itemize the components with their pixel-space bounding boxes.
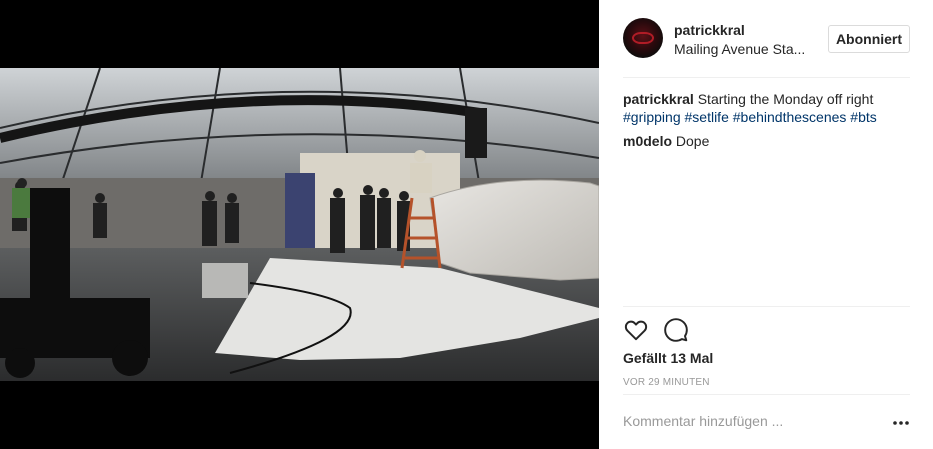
- location-link[interactable]: Mailing Avenue Sta...: [674, 41, 805, 57]
- divider: [623, 394, 910, 395]
- caption-author-link[interactable]: patrickkral: [623, 91, 694, 107]
- avatar[interactable]: [623, 18, 663, 58]
- more-options-icon[interactable]: [892, 414, 910, 432]
- hashtag-link[interactable]: #setlife: [685, 109, 729, 125]
- post-sidebar: patrickkral Mailing Avenue Sta... Abonni…: [599, 0, 933, 449]
- hashtag-link[interactable]: #behindthescenes: [733, 109, 847, 125]
- comments-list: patrickkral Starting the Monday off righ…: [623, 90, 910, 156]
- comment-input[interactable]: [623, 413, 873, 429]
- speech-bubble-icon[interactable]: [663, 317, 689, 343]
- likes-count[interactable]: Gefällt 13 Mal: [623, 350, 713, 366]
- caption: patrickkral Starting the Monday off righ…: [623, 90, 910, 126]
- post-timestamp[interactable]: VOR 29 MINUTEN: [623, 377, 710, 388]
- comment-item: m0delo Dope: [623, 132, 910, 150]
- divider: [623, 306, 910, 307]
- post-header: patrickkral Mailing Avenue Sta... Abonni…: [623, 0, 910, 78]
- avatar-logo: [632, 32, 654, 44]
- hashtag-link[interactable]: #bts: [850, 109, 876, 125]
- comment-author-link[interactable]: m0delo: [623, 133, 672, 149]
- post-photo[interactable]: [0, 68, 599, 381]
- following-button[interactable]: Abonniert: [828, 25, 910, 53]
- comment-text: Dope: [675, 133, 710, 149]
- media-pane: [0, 0, 599, 449]
- username-link[interactable]: patrickkral: [674, 22, 745, 38]
- caption-text: Starting the Monday off right: [697, 91, 874, 107]
- hashtag-link[interactable]: #gripping: [623, 109, 681, 125]
- heart-icon[interactable]: [623, 317, 649, 343]
